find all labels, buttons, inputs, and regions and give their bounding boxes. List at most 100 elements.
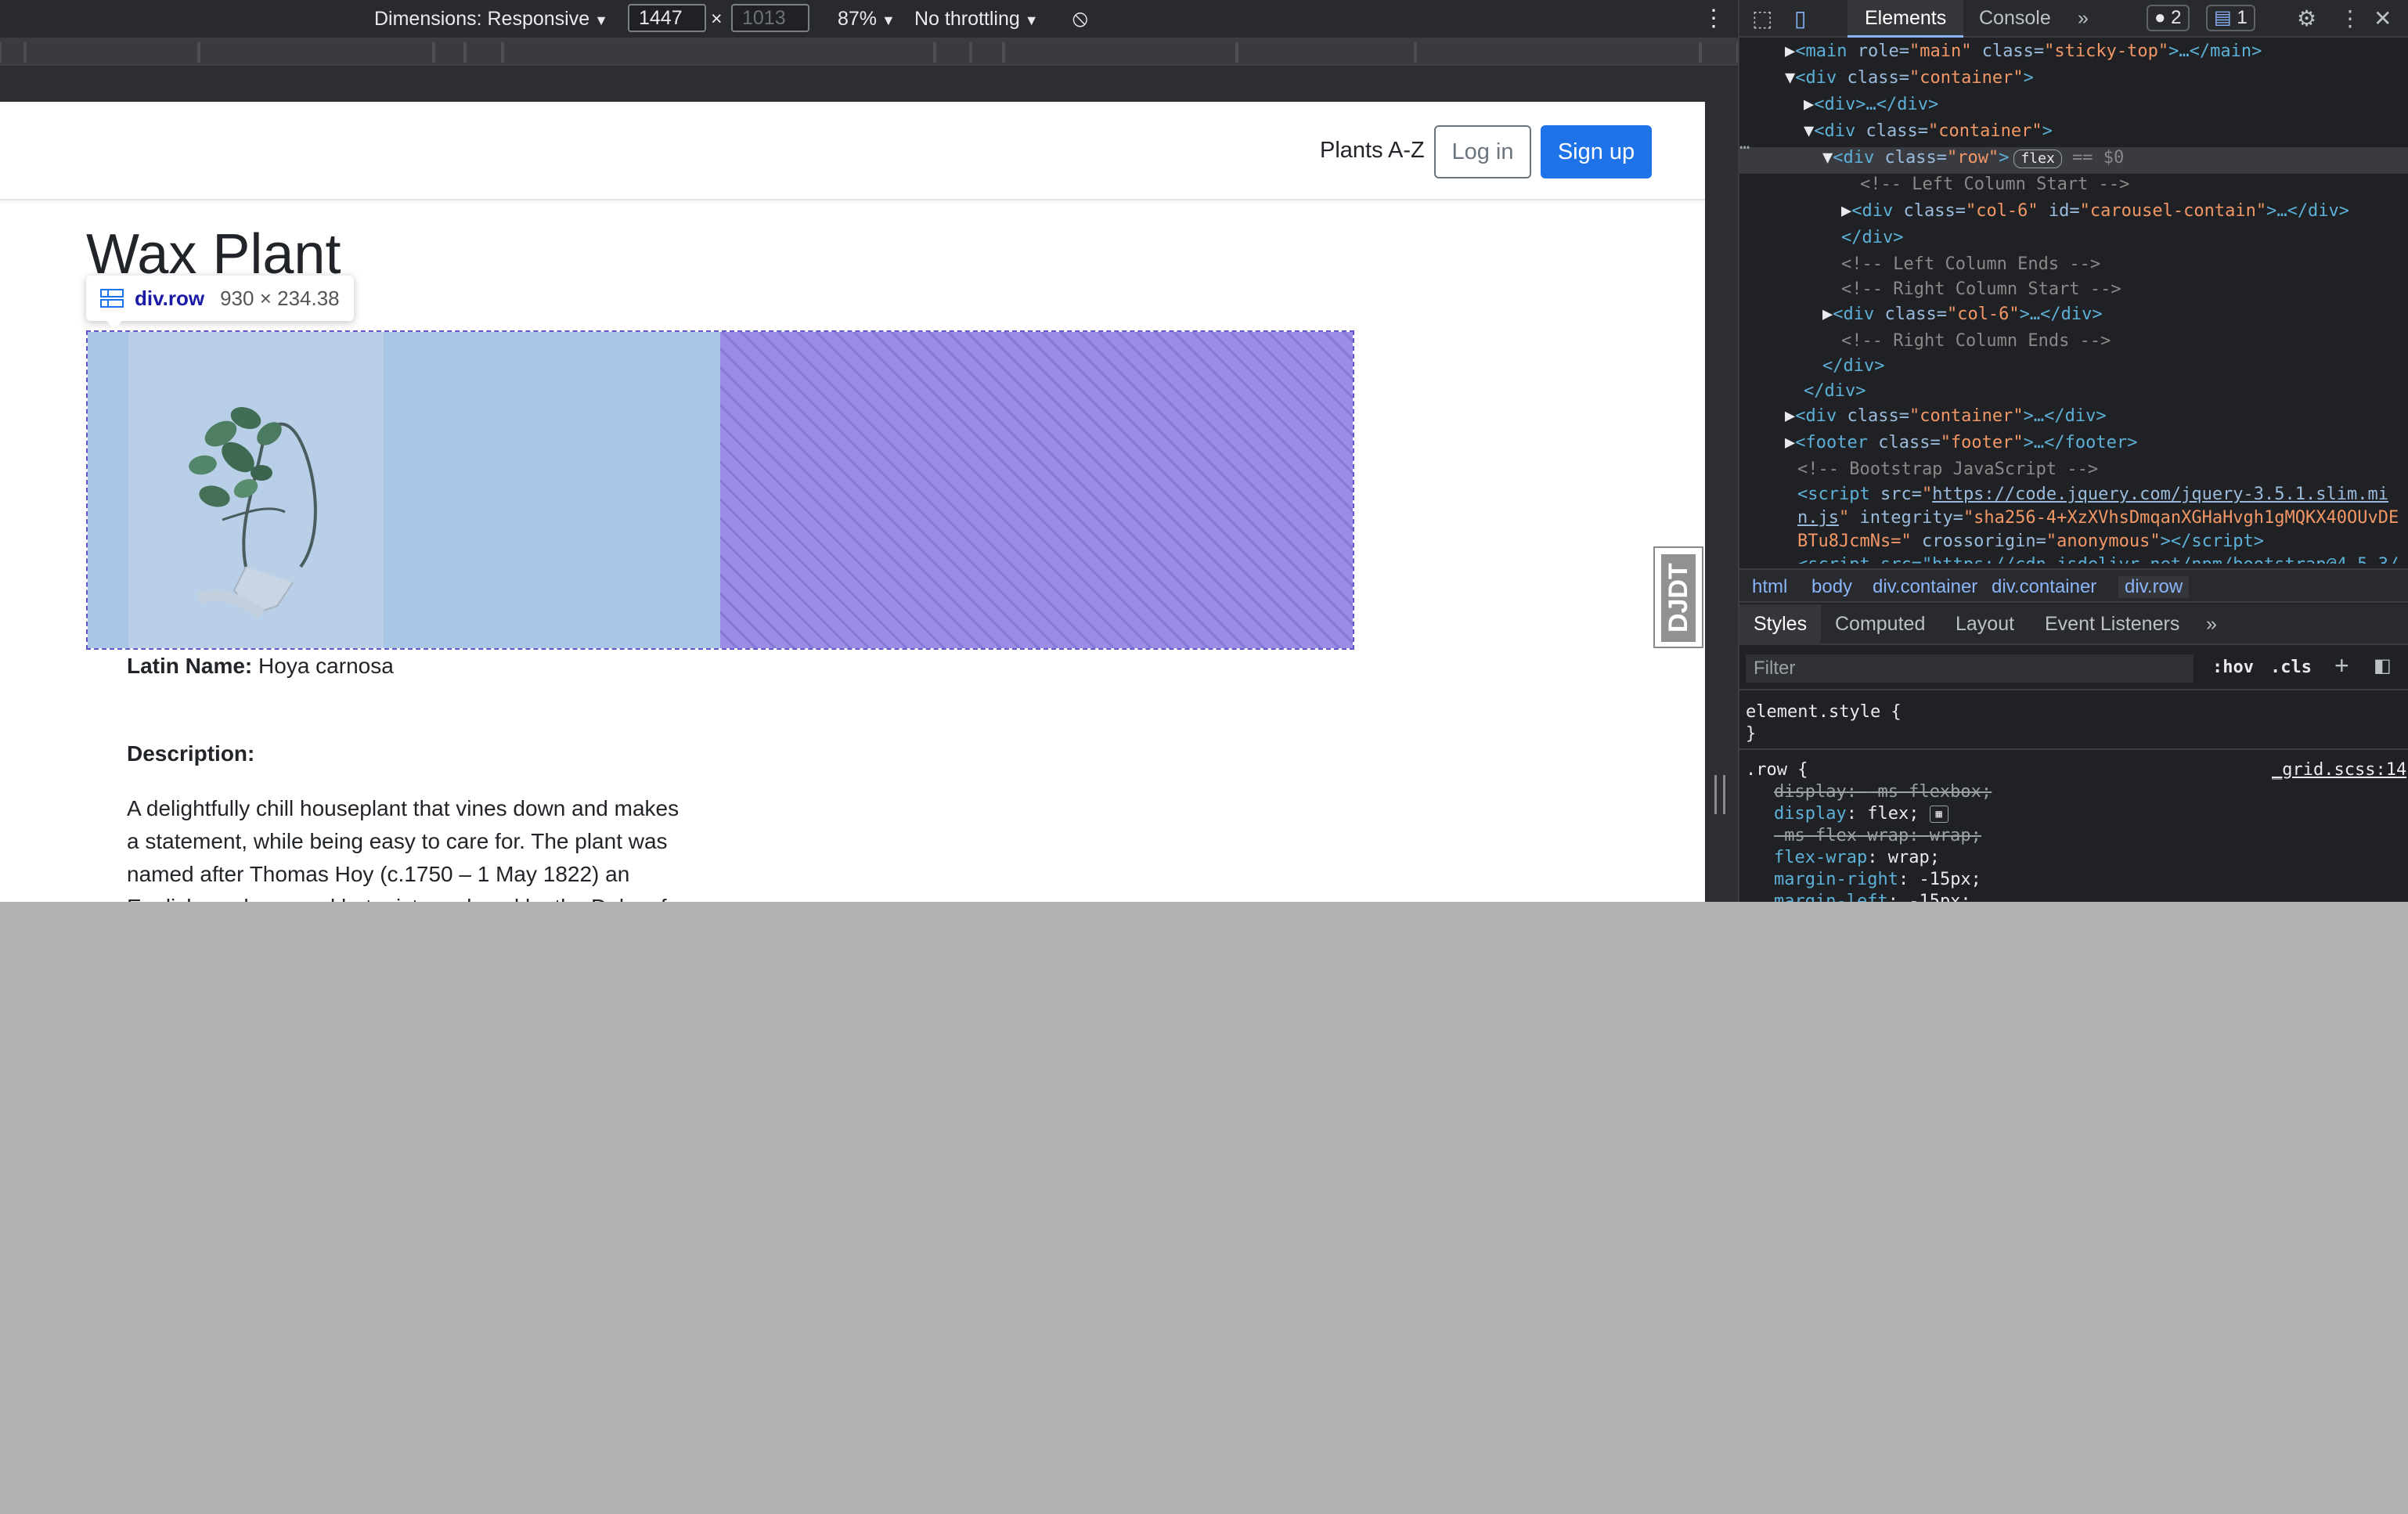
tab-console[interactable]: Console — [1979, 0, 2051, 38]
breadcrumb-body[interactable]: body — [1811, 576, 1852, 598]
dom-node-container-2[interactable]: ▶<div class="container">…</div> — [1785, 404, 2107, 429]
zoom-dropdown[interactable]: 87% ▼ — [838, 6, 896, 31]
tab-layout[interactable]: Layout — [1956, 604, 2014, 645]
breadcrumb-html[interactable]: html — [1752, 576, 1787, 598]
element-style-selector: element.style { — [1746, 702, 1902, 722]
latin-name: Latin Name: Hoya carnosa — [127, 650, 394, 683]
ruler-bar — [0, 67, 1738, 102]
plants-az-link[interactable]: Plants A-Z — [1320, 138, 1425, 164]
declaration[interactable]: margin-left: -15px; — [1774, 891, 1971, 902]
hov-toggle[interactable]: :hov — [2212, 658, 2254, 677]
media-query-bar[interactable] — [0, 38, 1738, 67]
tab-styles[interactable]: Styles — [1739, 604, 1822, 645]
devtools-panel: ⬚ ▯ Elements Console » ● 2 ▤ 1 ⚙ ⋮ ✕ … ▶… — [1738, 0, 2408, 902]
left-column-highlight — [88, 332, 720, 648]
row-rule-selector: .row { — [1746, 760, 1808, 780]
throttling-dropdown[interactable]: No throttling ▼ — [914, 6, 1039, 31]
dom-node-script-jquery[interactable]: <script src="https://code.jquery.com/jqu… — [1797, 482, 2388, 507]
times-symbol: × — [711, 8, 723, 30]
dom-close-div: </div> — [1804, 381, 1866, 401]
flexbox-editor-icon[interactable]: ▦ — [1929, 806, 1948, 823]
kebab-icon[interactable]: ⋮ — [1702, 6, 1725, 31]
declaration[interactable]: margin-right: -15px; — [1774, 869, 1981, 891]
styles-pane: element.style { } .row { _grid.scss:14 d… — [1739, 692, 2408, 902]
height-input[interactable]: 1013 — [731, 4, 809, 32]
element-style-close: } — [1746, 724, 1757, 744]
dom-comment: <!-- Right Column Ends --> — [1841, 331, 2111, 351]
resize-handle[interactable] — [1714, 775, 1725, 814]
dom-node-div[interactable]: ▶<div>…</div> — [1804, 92, 1938, 117]
dimensions-dropdown[interactable]: Dimensions: Responsive ▼ — [374, 6, 608, 31]
dom-close-div: </div> — [1841, 228, 1904, 247]
inspected-row-highlight — [86, 330, 1354, 650]
declaration[interactable]: flex-wrap: wrap; — [1774, 847, 1940, 869]
rule-source-link[interactable]: _grid.scss:14 — [2272, 759, 2406, 781]
styles-filter-input[interactable]: Filter — [1746, 654, 2194, 683]
close-icon[interactable]: ✕ — [2374, 6, 2392, 31]
dom-node-container-inner[interactable]: ▼<div class="container"> — [1804, 119, 2053, 144]
device-toggle-icon[interactable]: ▯ — [1794, 6, 1806, 31]
breadcrumb-container-inner[interactable]: div.container — [1992, 576, 2096, 598]
dom-node-footer[interactable]: ▶<footer class="footer">…</footer> — [1785, 431, 2137, 456]
more-subtabs-icon[interactable]: » — [2206, 604, 2217, 645]
dom-node-container[interactable]: ▼<div class="container"> — [1785, 66, 2034, 91]
rotate-icon[interactable]: ⦸ — [1072, 6, 1088, 31]
error-badge[interactable]: ● 2 — [2147, 5, 2190, 31]
dom-comment: <!-- Right Column Start --> — [1841, 279, 2121, 299]
new-rule-icon[interactable]: + — [2334, 651, 2349, 680]
more-tabs-icon[interactable]: » — [2078, 0, 2089, 38]
description-label: Description: — [127, 741, 255, 766]
kebab-icon[interactable]: ⋮ — [2339, 6, 2361, 31]
toggle-sidebar-icon[interactable]: ◧ — [2374, 654, 2392, 677]
tooltip-dimensions: 930 × 234.38 — [220, 286, 340, 310]
caret-down-icon: ▼ — [1024, 13, 1039, 28]
width-input[interactable]: 1447 — [628, 4, 706, 32]
inspect-element-icon[interactable]: ⬚ — [1752, 6, 1772, 31]
dom-node-script-bootstrap[interactable]: <script src="https://cdn.jsdelivr.net/np… — [1797, 553, 2399, 564]
latin-name-value: Hoya carnosa — [258, 654, 394, 678]
breadcrumb-row[interactable]: div.row — [2118, 576, 2190, 598]
flex-layout-icon — [100, 289, 124, 308]
dom-node-row[interactable]: ▼<div class="row"> flex == $0 — [1822, 146, 2124, 171]
styles-subtabs: Styles Computed Layout Event Listeners » — [1739, 604, 2408, 645]
dom-node-col-right[interactable]: ▶<div class="col-6">…</div> — [1822, 302, 2103, 327]
browser-window: Dimensions: Responsive ▼ 1447 × 1013 87% ▼… — [0, 0, 2408, 1514]
dom-node-col-left[interactable]: ▶<div class="col-6" id="carousel-contain… — [1841, 199, 2349, 224]
page-viewport: Plants A-Z Log in Sign up Wax Plant div.… — [0, 102, 1705, 902]
dimensions-label: Dimensions: Responsive — [374, 8, 590, 30]
login-button[interactable]: Log in — [1434, 125, 1531, 178]
caret-down-icon: ▼ — [594, 13, 608, 28]
dom-comment: <!-- Bootstrap JavaScript --> — [1797, 460, 2099, 479]
declaration[interactable]: -ms-flex-wrap: wrap; — [1774, 825, 1981, 847]
devtools-tabbar: ⬚ ▯ Elements Console » ● 2 ▤ 1 ⚙ ⋮ ✕ — [1739, 0, 2408, 38]
throttling-value: No throttling — [914, 8, 1020, 30]
dom-comment: <!-- Left Column Ends --> — [1841, 254, 2101, 274]
message-badge[interactable]: ▤ 1 — [2206, 5, 2255, 31]
tooltip-tag: div.row — [135, 286, 205, 310]
signup-button[interactable]: Sign up — [1541, 125, 1652, 178]
tab-computed[interactable]: Computed — [1835, 604, 1925, 645]
tab-elements[interactable]: Elements — [1847, 0, 1964, 38]
declaration[interactable]: display: -ms-flexbox; — [1774, 781, 1992, 803]
navbar: Plants A-Z Log in Sign up — [0, 102, 1705, 200]
device-toolbar: Dimensions: Responsive ▼ 1447 × 1013 87% ▼… — [0, 0, 1738, 38]
caret-down-icon: ▼ — [881, 13, 896, 28]
description-text: A delightfully chill houseplant that vin… — [127, 796, 680, 902]
inspect-tooltip: div.row 930 × 234.38 — [86, 276, 354, 329]
breadcrumb-container[interactable]: div.container — [1873, 576, 1977, 598]
django-debug-toolbar-handle[interactable]: DJDT — [1653, 546, 1703, 648]
declaration[interactable]: display: flex; ▦ — [1774, 803, 1948, 825]
tab-event-listeners[interactable]: Event Listeners — [2045, 604, 2179, 645]
flex-badge[interactable]: flex — [2013, 150, 2062, 168]
zoom-value: 87% — [838, 8, 878, 30]
styles-filter-bar: Filter :hov .cls + ◧ — [1739, 647, 2408, 690]
dom-comment: <!-- Left Column Start --> — [1860, 175, 2130, 194]
plant-image — [128, 332, 384, 648]
dom-node-main[interactable]: ▶<main role="main" class="sticky-top">…<… — [1785, 39, 2262, 64]
cls-toggle[interactable]: .cls — [2270, 658, 2312, 677]
elements-tree: … ▶<main role="main" class="sticky-top">… — [1739, 39, 2408, 564]
latin-name-label: Latin Name: — [127, 654, 253, 678]
right-column-highlight — [720, 332, 1353, 648]
gear-icon[interactable]: ⚙ — [2297, 6, 2316, 31]
plant-illustration — [128, 332, 384, 648]
